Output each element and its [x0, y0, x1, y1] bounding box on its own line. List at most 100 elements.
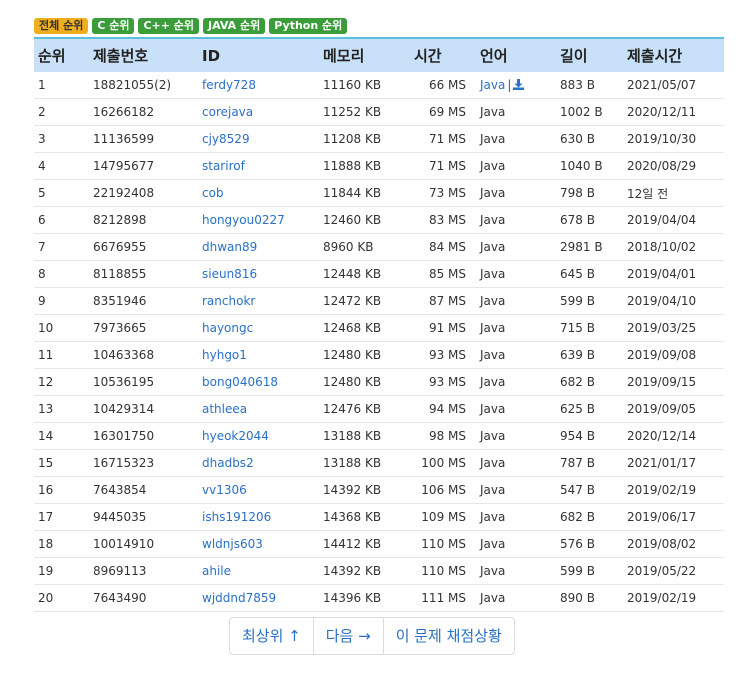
ranking-table: 순위 제출번호 ID 메모리 시간 언어 길이 제출시간 1 18821055(2) ferdy7…	[34, 37, 724, 612]
language-link[interactable]: Java	[480, 78, 505, 92]
cell-submission: 8969113	[89, 557, 198, 585]
cell-submitted: 2019/04/10	[623, 287, 724, 315]
cell-submission: 8118855	[89, 260, 198, 288]
user-id-link[interactable]: hyeok2044	[202, 429, 269, 443]
header-memory: 메모리	[323, 47, 365, 65]
cell-length: 954 B	[556, 422, 623, 450]
cell-id: ferdy728	[198, 72, 319, 99]
cell-length: 890 B	[556, 584, 623, 612]
user-id-link[interactable]: vv1306	[202, 483, 247, 497]
user-id-link[interactable]: sieun816	[202, 267, 257, 281]
user-id-link[interactable]: ferdy728	[202, 78, 256, 92]
cell-length: 1002 B	[556, 98, 623, 126]
cell-id: ishs191206	[198, 503, 319, 531]
table-row: 16 7643854 vv1306 14392 KB 106 MS Java 547 B 20…	[34, 476, 724, 504]
cell-lang: Java	[476, 422, 556, 450]
user-id-link[interactable]: dhadbs2	[202, 456, 254, 470]
cell-lang: Java	[476, 260, 556, 288]
user-id-link[interactable]: hayongc	[202, 321, 253, 335]
cell-submission: 16266182	[89, 98, 198, 126]
cell-rank: 15	[34, 449, 89, 477]
user-id-link[interactable]: hyhgo1	[202, 348, 247, 362]
cell-rank: 6	[34, 206, 89, 234]
tab-4[interactable]: Python 순위	[269, 18, 348, 34]
cell-rank: 5	[34, 179, 89, 207]
user-id-link[interactable]: dhwan89	[202, 240, 257, 254]
cell-id: corejava	[198, 98, 319, 126]
cell-length: 645 B	[556, 260, 623, 288]
table-row: 5 22192408 cob 11844 KB 73 MS Java 798 B 12일 전	[34, 179, 724, 207]
cell-submission: 16715323	[89, 449, 198, 477]
header-id: ID	[202, 46, 221, 65]
table-header-row: 순위 제출번호 ID 메모리 시간 언어 길이 제출시간	[34, 38, 724, 72]
user-id-link[interactable]: starirof	[202, 159, 245, 173]
cell-submission: 9445035	[89, 503, 198, 531]
cell-submitted: 2019/06/17	[623, 503, 724, 531]
cell-lang: Java	[476, 557, 556, 585]
cell-submission: 16301750	[89, 422, 198, 450]
tab-3[interactable]: JAVA 순위	[203, 18, 266, 34]
cell-time: 110 MS	[406, 530, 476, 558]
user-id-link[interactable]: ahile	[202, 564, 231, 578]
status-button[interactable]: 이 문제 채점상황	[384, 618, 514, 654]
download-icon[interactable]	[513, 79, 525, 90]
tab-1[interactable]: C 순위	[92, 18, 135, 34]
table-row: 2 16266182 corejava 11252 KB 69 MS Java 1002 B…	[34, 98, 724, 126]
cell-length: 639 B	[556, 341, 623, 369]
user-id-link[interactable]: athleea	[202, 402, 247, 416]
user-id-link[interactable]: wjddnd7859	[202, 591, 276, 605]
cell-memory: 14368 KB	[319, 503, 406, 531]
cell-memory: 14396 KB	[319, 584, 406, 612]
cell-time: 109 MS	[406, 503, 476, 531]
user-id-link[interactable]: wldnjs603	[202, 537, 263, 551]
user-id-link[interactable]: hongyou0227	[202, 213, 285, 227]
cell-memory: 13188 KB	[319, 449, 406, 477]
table-row: 1 18821055(2) ferdy728 11160 KB 66 MS Java | 88…	[34, 72, 724, 99]
cell-lang: Java	[476, 341, 556, 369]
cell-memory: 14392 KB	[319, 476, 406, 504]
cell-time: 98 MS	[406, 422, 476, 450]
user-id-link[interactable]: ranchokr	[202, 294, 255, 308]
cell-rank: 18	[34, 530, 89, 558]
table-row: 18 10014910 wldnjs603 14412 KB 110 MS Java 576…	[34, 530, 724, 558]
cell-length: 715 B	[556, 314, 623, 342]
user-id-link[interactable]: ishs191206	[202, 510, 271, 524]
cell-memory: 12476 KB	[319, 395, 406, 423]
cell-id: wldnjs603	[198, 530, 319, 558]
user-id-link[interactable]: cob	[202, 186, 224, 200]
cell-length: 599 B	[556, 287, 623, 315]
cell-rank: 7	[34, 233, 89, 261]
cell-rank: 13	[34, 395, 89, 423]
cell-time: 110 MS	[406, 557, 476, 585]
user-id-link[interactable]: cjy8529	[202, 132, 250, 146]
cell-rank: 16	[34, 476, 89, 504]
cell-submitted: 2019/08/02	[623, 530, 724, 558]
tab-2[interactable]: C++ 순위	[138, 18, 200, 34]
cell-memory: 11208 KB	[319, 125, 406, 153]
cell-id: cob	[198, 179, 319, 207]
cell-lang: Java	[476, 314, 556, 342]
cell-memory: 12472 KB	[319, 287, 406, 315]
table-row: 20 7643490 wjddnd7859 14396 KB 111 MS Java 890…	[34, 584, 724, 612]
cell-id: hyeok2044	[198, 422, 319, 450]
next-button[interactable]: 다음 →	[314, 618, 384, 654]
cell-lang: Java	[476, 233, 556, 261]
cell-memory: 11252 KB	[319, 98, 406, 126]
cell-time: 83 MS	[406, 206, 476, 234]
table-row: 7 6676955 dhwan89 8960 KB 84 MS Java 2981 B 201…	[34, 233, 724, 261]
user-id-link[interactable]: corejava	[202, 105, 253, 119]
tab-0[interactable]: 전체 순위	[34, 18, 89, 34]
cell-submitted: 2019/02/19	[623, 476, 724, 504]
cell-rank: 10	[34, 314, 89, 342]
user-id-link[interactable]: bong040618	[202, 375, 278, 389]
cell-submitted: 2019/02/19	[623, 584, 724, 612]
cell-submission: 8351946	[89, 287, 198, 315]
cell-lang: Java	[476, 179, 556, 207]
cell-submitted: 2019/09/15	[623, 368, 724, 396]
cell-memory: 13188 KB	[319, 422, 406, 450]
cell-id: ahile	[198, 557, 319, 585]
cell-submission: 11136599	[89, 125, 198, 153]
top-button[interactable]: 최상위 ↑	[230, 618, 314, 654]
cell-submitted: 2020/12/11	[623, 98, 724, 126]
cell-rank: 2	[34, 98, 89, 126]
